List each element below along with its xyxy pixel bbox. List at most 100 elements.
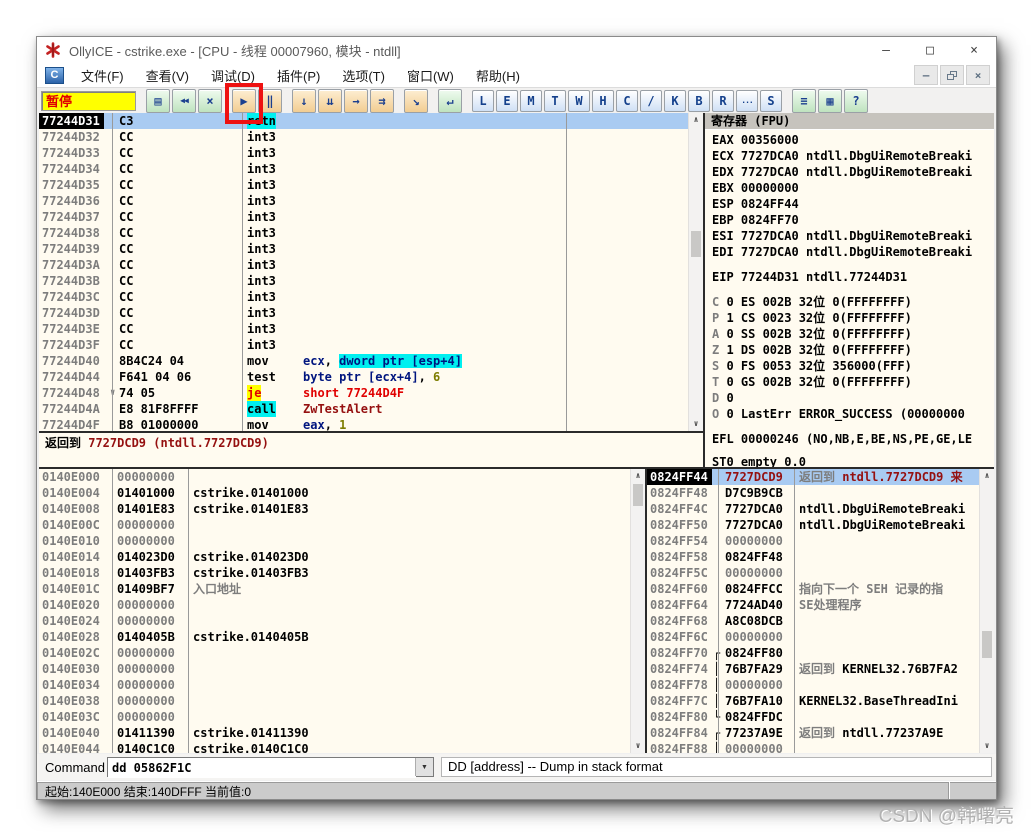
stack-row[interactable]: 0824FF80└0824FFDC (647, 709, 994, 725)
view-call-stack-button[interactable]: K (664, 90, 686, 112)
disasm-row[interactable]: 77244D37CCint3 (39, 209, 703, 225)
restart-button[interactable]: ◀◀ (172, 89, 196, 113)
stack-row[interactable]: 0824FF7C│76B7FA10KERNEL32.BaseThreadIni (647, 693, 994, 709)
disasm-row[interactable]: 77244D32CCint3 (39, 129, 703, 145)
step-into-button[interactable]: ↓ (292, 89, 316, 113)
disasm-row[interactable]: 77244D3ACCint3 (39, 257, 703, 273)
stack-row[interactable]: 0824FF580824FF48 (647, 549, 994, 565)
disasm-row[interactable]: 77244D3BCCint3 (39, 273, 703, 289)
disasm-row[interactable]: 77244D36CCint3 (39, 193, 703, 209)
view-patches-button[interactable]: / (640, 90, 662, 112)
scrollbar-thumb[interactable] (691, 231, 701, 257)
close-button[interactable]: × (952, 37, 996, 63)
command-combobox[interactable]: ▼ (107, 757, 434, 777)
stack-row[interactable]: 0824FF78│00000000 (647, 677, 994, 693)
stack-row[interactable]: 0824FF5C00000000 (647, 565, 994, 581)
view-run-trace-button[interactable]: ... (736, 90, 758, 112)
stack-row[interactable]: 0824FF70┌0824FF80 (647, 645, 994, 661)
view-windows-button[interactable]: W (568, 90, 590, 112)
stack-row[interactable]: 0824FF507727DCA0ntdll.DbgUiRemoteBreaki (647, 517, 994, 533)
stack-row[interactable]: 0824FF6C00000000 (647, 629, 994, 645)
view-cpu-button[interactable]: C (616, 90, 638, 112)
stack-row[interactable]: 0824FF4C7727DCA0ntdll.DbgUiRemoteBreaki (647, 501, 994, 517)
view-threads-button[interactable]: T (544, 90, 566, 112)
dump-row[interactable]: 0140E00801401E83cstrike.01401E83 (39, 501, 645, 517)
title-bar[interactable]: OllyICE - cstrike.exe - [CPU - 线程 000079… (37, 37, 996, 63)
mdi-restore-button[interactable] (940, 65, 964, 85)
scroll-up-icon[interactable]: ∧ (689, 113, 703, 127)
mdi-close-button[interactable]: × (966, 65, 990, 85)
maximize-button[interactable]: □ (908, 37, 952, 63)
scroll-up-icon[interactable]: ∧ (980, 469, 994, 483)
dump-scrollbar[interactable]: ∧ ∨ (630, 469, 645, 753)
scrollbar-thumb[interactable] (633, 484, 643, 506)
disasm-row[interactable]: 77244D38CCint3 (39, 225, 703, 241)
view-handles-button[interactable]: H (592, 90, 614, 112)
disassembly-pane[interactable]: 77244D31C3retn77244D32CCint377244D33CCin… (39, 113, 703, 431)
menu-item-5[interactable]: 窗口(W) (396, 64, 465, 87)
dump-row[interactable]: 0140E03C00000000 (39, 709, 645, 725)
stack-row[interactable]: 0824FF647724AD40SE处理程序 (647, 597, 994, 613)
run-button[interactable]: ▶ (232, 89, 256, 113)
scrollbar-thumb[interactable] (982, 631, 992, 658)
menu-item-6[interactable]: 帮助(H) (465, 64, 531, 87)
disasm-row[interactable]: 77244D34CCint3 (39, 161, 703, 177)
disassembly-scrollbar[interactable]: ∧ ∨ (688, 113, 703, 431)
stack-pane[interactable]: 0824FF447727DCD9返回到 ntdll.7727DCD9 来0824… (647, 469, 994, 753)
dump-row[interactable]: 0140E03800000000 (39, 693, 645, 709)
dump-row[interactable]: 0140E03400000000 (39, 677, 645, 693)
stack-row[interactable]: 0824FF5400000000 (647, 533, 994, 549)
scroll-down-icon[interactable]: ∨ (980, 739, 994, 753)
stack-scrollbar[interactable]: ∧ ∨ (979, 469, 994, 753)
disasm-row[interactable]: 77244D3CCCint3 (39, 289, 703, 305)
dump-row[interactable]: 0140E0280140405Bcstrike.0140405B (39, 629, 645, 645)
disasm-row[interactable]: 77244D35CCint3 (39, 177, 703, 193)
stack-row[interactable]: 0824FF84┌77237A9E返回到 ntdll.77237A9E (647, 725, 994, 741)
dump-row[interactable]: 0140E00000000000 (39, 469, 645, 485)
dump-row[interactable]: 0140E01C01409BF7入口地址 (39, 581, 645, 597)
stack-row[interactable]: 0824FF88│00000000 (647, 741, 994, 753)
help-button[interactable]: ? (844, 89, 868, 113)
dump-row[interactable]: 0140E0440140C1C0cstrike.0140C1C0 (39, 741, 645, 753)
stack-row[interactable]: 0824FF48D7C9B9CB (647, 485, 994, 501)
dump-row[interactable]: 0140E02000000000 (39, 597, 645, 613)
menu-item-0[interactable]: 文件(F) (70, 64, 135, 87)
disasm-row[interactable]: 77244D4AE8 81F8FFFFcallZwTestAlert (39, 401, 703, 417)
menu-item-4[interactable]: 选项(T) (331, 64, 396, 87)
dump-row[interactable]: 0140E04001411390cstrike.01411390 (39, 725, 645, 741)
open-file-button[interactable]: ▤ (146, 89, 170, 113)
pause-button[interactable]: ‖ (258, 89, 282, 113)
view-memory-button[interactable]: M (520, 90, 542, 112)
command-input[interactable] (108, 758, 416, 778)
disasm-row[interactable]: 77244D408B4C24 04movecx, dword ptr [esp+… (39, 353, 703, 369)
disasm-row[interactable]: 77244D44F641 04 06testbyte ptr [ecx+4], … (39, 369, 703, 385)
execute-till-return-button[interactable]: ↵ (438, 89, 462, 113)
dropdown-arrow-icon[interactable]: ▼ (415, 758, 433, 776)
dump-row[interactable]: 0140E014014023D0cstrike.014023D0 (39, 549, 645, 565)
view-references-button[interactable]: R (712, 90, 734, 112)
minimize-button[interactable]: – (864, 37, 908, 63)
view-log-button[interactable]: L (472, 90, 494, 112)
dump-row[interactable]: 0140E00C00000000 (39, 517, 645, 533)
view-breakpoints-button[interactable]: B (688, 90, 710, 112)
stack-row[interactable]: 0824FF447727DCD9返回到 ntdll.7727DCD9 来 (647, 469, 994, 485)
registers-pane[interactable]: 寄存器 (FPU) EAX 00356000ECX 7727DCA0 ntdll… (705, 113, 994, 467)
dump-row[interactable]: 0140E03000000000 (39, 661, 645, 677)
menu-item-1[interactable]: 查看(V) (135, 64, 200, 87)
disasm-row[interactable]: 77244D33CCint3 (39, 145, 703, 161)
dump-row[interactable]: 0140E02400000000 (39, 613, 645, 629)
stack-row[interactable]: 0824FF600824FFCC指向下一个 SEH 记录的指 (647, 581, 994, 597)
disasm-row[interactable]: 77244D4FB8 01000000moveax, 1 (39, 417, 703, 431)
view-source-button[interactable]: S (760, 90, 782, 112)
mdi-minimize-button[interactable]: – (914, 65, 938, 85)
animate-into-button[interactable]: ⇊ (318, 89, 342, 113)
scroll-down-icon[interactable]: ∨ (631, 739, 645, 753)
dump-row[interactable]: 0140E01000000000 (39, 533, 645, 549)
view-executables-button[interactable]: E (496, 90, 518, 112)
step-over-button[interactable]: → (344, 89, 368, 113)
menu-item-2[interactable]: 调试(D) (200, 64, 266, 87)
scroll-up-icon[interactable]: ∧ (631, 469, 645, 483)
dump-row[interactable]: 0140E00401401000cstrike.01401000 (39, 485, 645, 501)
disasm-row[interactable]: 77244D39CCint3 (39, 241, 703, 257)
disasm-row[interactable]: 77244D48∨74 05jeshort 77244D4F (39, 385, 703, 401)
